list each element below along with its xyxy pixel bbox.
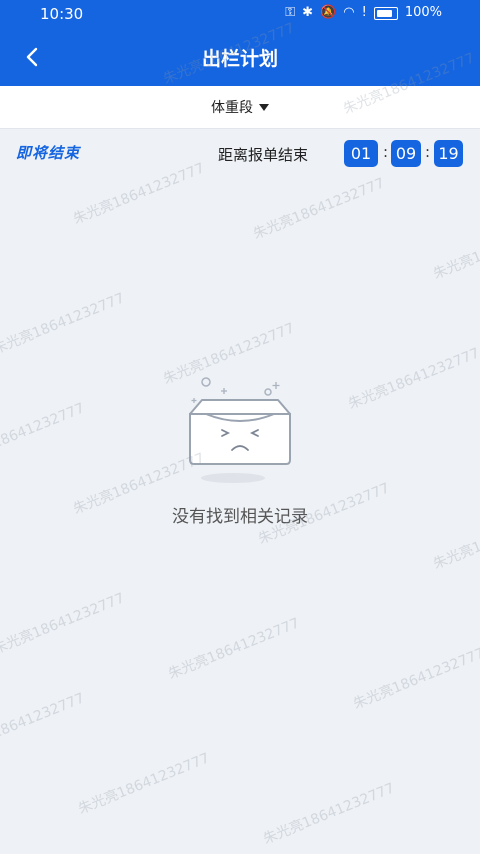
countdown-hours: 01 — [344, 140, 378, 167]
caret-down-icon — [259, 103, 269, 111]
key-icon: ⚿ — [285, 5, 296, 20]
status-time: 10:30 — [40, 5, 84, 23]
countdown-separator: : — [383, 143, 389, 161]
countdown-row: 即将结束 距离报单结束 01 : 09 : 19 — [0, 130, 480, 178]
countdown-seconds: 19 — [434, 140, 463, 167]
watermark: 朱光亮18641232777 — [0, 290, 127, 358]
watermark: 朱光亮18641232777 — [261, 780, 397, 848]
bluetooth-icon: ✱ — [302, 5, 314, 20]
watermark: 朱光亮18641232777 — [251, 175, 387, 243]
countdown-separator: : — [425, 143, 431, 161]
status-bar: 10:30 ⚿ ✱ 🔕 ◠ ! 100% — [0, 0, 480, 30]
countdown-label: 距离报单结束 — [218, 146, 309, 164]
watermark: 朱光亮18641232777 — [0, 590, 127, 658]
nav-bar: 出栏计划 — [0, 30, 480, 86]
countdown-minutes: 09 — [391, 140, 421, 167]
watermark: 朱光亮18641232777 — [351, 645, 480, 713]
empty-message: 没有找到相关记录 — [172, 507, 308, 527]
watermark: 朱光亮18641232777 — [166, 615, 302, 683]
wifi-icon: ◠ — [343, 5, 355, 20]
mute-icon: 🔕 — [320, 5, 337, 20]
battery-percent: 100% — [404, 5, 442, 20]
watermark: 朱光亮18641232777 — [0, 690, 87, 758]
watermark: 朱光亮18641232777 — [431, 215, 480, 283]
alert-icon: ! — [361, 5, 367, 20]
empty-state: 没有找到相关记录 — [0, 370, 480, 540]
filter-label: 体重段 — [211, 100, 253, 116]
status-icons: ⚿ ✱ 🔕 ◠ ! 100% — [285, 6, 442, 20]
empty-box-icon — [189, 377, 291, 483]
watermark: 朱光亮18641232777 — [76, 750, 212, 818]
top-bar: 10:30 ⚿ ✱ 🔕 ◠ ! 100% 出栏计划 — [0, 0, 480, 86]
page-title: 出栏计划 — [201, 48, 278, 70]
battery-icon — [373, 6, 398, 20]
weight-range-filter[interactable]: 体重段 — [0, 86, 480, 129]
ending-soon-badge: 即将结束 — [16, 144, 81, 162]
